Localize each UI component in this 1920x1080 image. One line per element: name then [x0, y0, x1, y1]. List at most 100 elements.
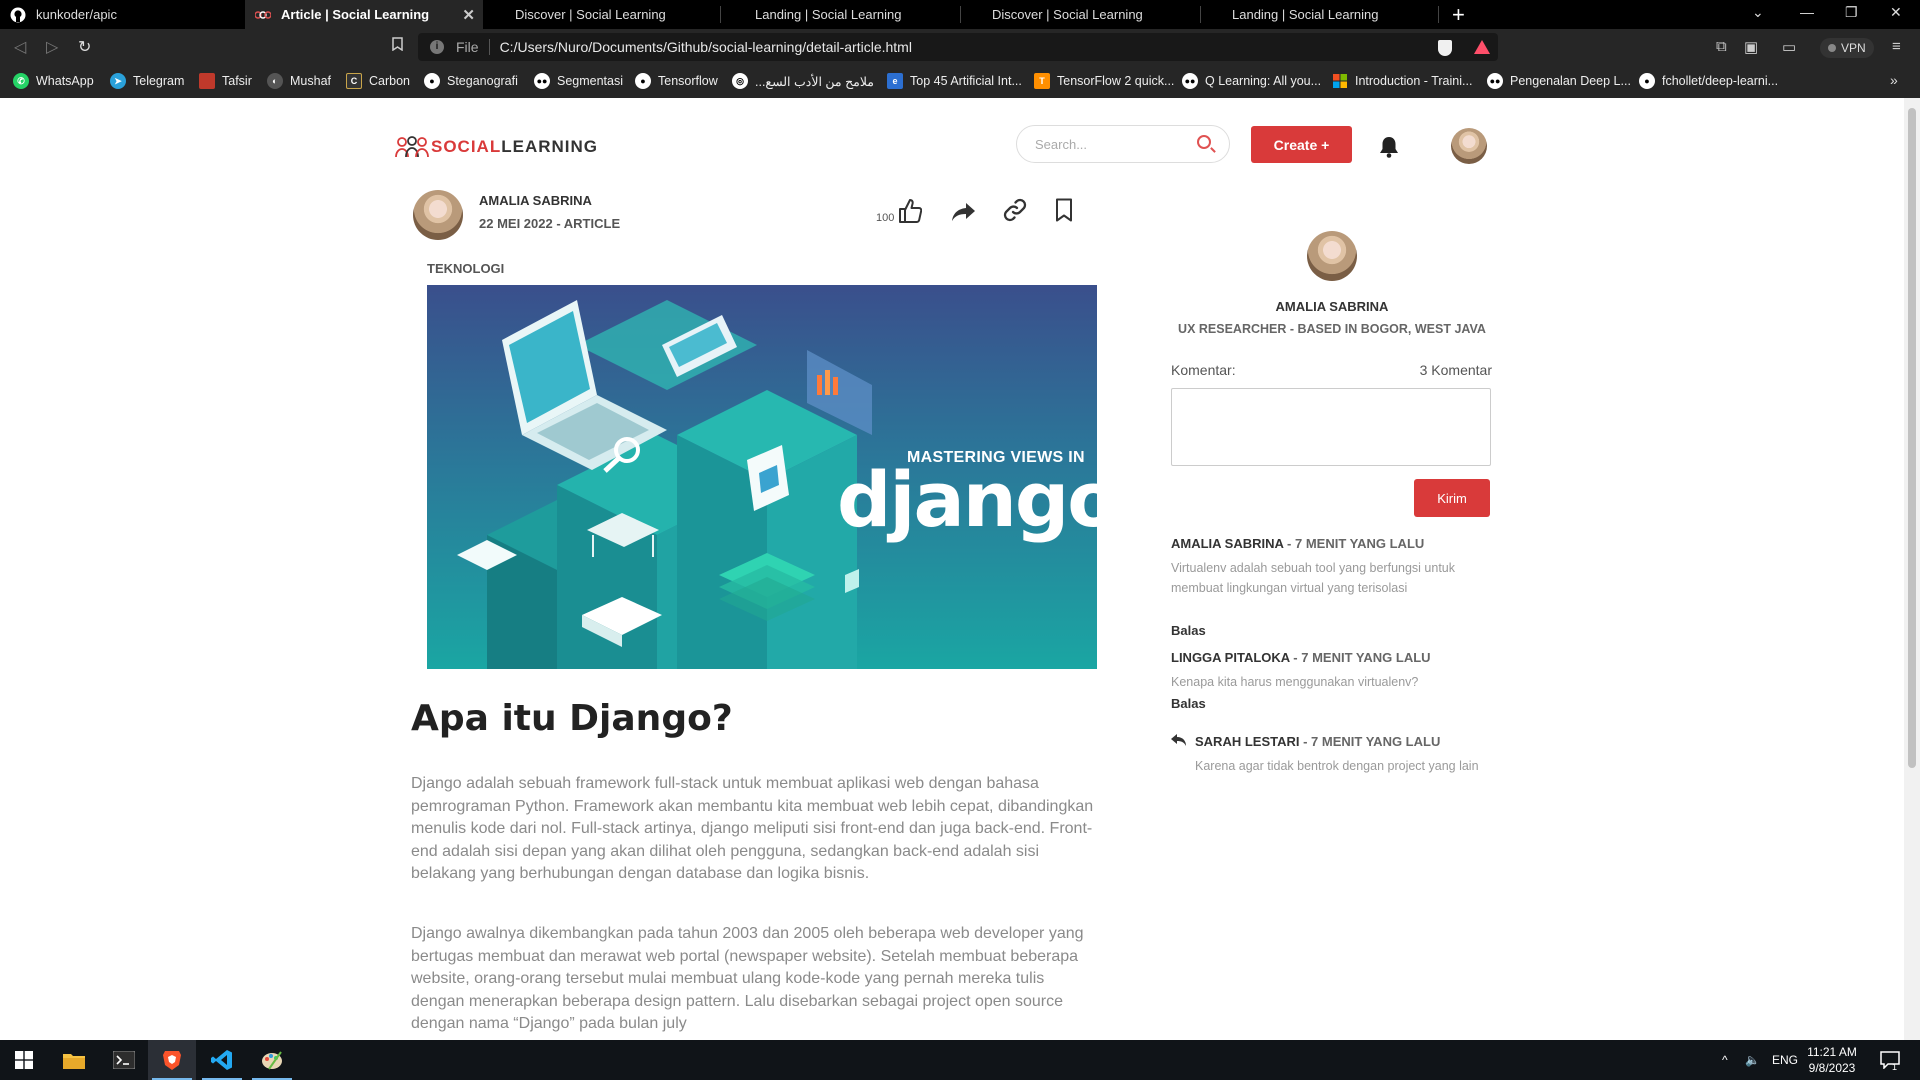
bookmark-item[interactable]: ●● Q Learning: All you...: [1182, 73, 1321, 89]
send-comment-button[interactable]: Kirim: [1414, 479, 1490, 517]
site-info-icon[interactable]: i: [430, 40, 444, 54]
bookmark-item[interactable]: ✆ WhatsApp: [13, 73, 94, 89]
extensions-icon[interactable]: ⧉: [1716, 38, 1727, 55]
reply-button[interactable]: Balas: [1171, 623, 1206, 638]
chevron-down-icon[interactable]: ⌄: [1752, 4, 1764, 21]
url-text[interactable]: C:/Users/Nuro/Documents/Github/social-le…: [500, 39, 912, 55]
sidebar-icon[interactable]: ▣: [1744, 38, 1758, 56]
brave-shield-icon[interactable]: [1438, 40, 1452, 56]
tab-divider: [1438, 6, 1439, 23]
vpn-status-icon: [1828, 44, 1836, 52]
mushaf-icon: ◐: [267, 73, 283, 89]
terminal-icon[interactable]: [100, 1040, 148, 1080]
windows-taskbar: ^ 🔈 ENG 11:21 AM 9/8/2023 1: [0, 1040, 1920, 1080]
bookmark-icon[interactable]: [1055, 198, 1073, 222]
paint-icon[interactable]: [248, 1040, 296, 1080]
site-logo[interactable]: SOCIAL LEARNING: [395, 136, 598, 158]
tab-title: Landing | Social Learning: [755, 7, 902, 22]
comment-author[interactable]: LINGGA PITALOKA: [1171, 650, 1290, 665]
author-name[interactable]: AMALIA SABRINA: [479, 193, 592, 208]
tab-landing[interactable]: Landing | Social Learning: [745, 0, 955, 29]
web-icon: ◎: [732, 73, 748, 89]
comment-time: - 7 MENIT YANG LALU: [1289, 650, 1431, 665]
article-category[interactable]: TEKNOLOGI: [427, 261, 504, 276]
bookmark-item[interactable]: ● Steganografi: [424, 73, 518, 89]
sidebar-author-avatar[interactable]: [1307, 231, 1357, 281]
browser-tab-bar: kunkoder/apic Article | Social Learning …: [0, 0, 1920, 29]
reply-button[interactable]: Balas: [1171, 696, 1206, 711]
comment-textarea[interactable]: [1171, 388, 1491, 466]
scrollbar-thumb[interactable]: [1908, 108, 1916, 768]
wallet-icon[interactable]: ▭: [1782, 38, 1796, 56]
tab-article-social-learning[interactable]: Article | Social Learning ✕: [245, 0, 483, 29]
like-count: 100: [876, 212, 895, 224]
bookmark-item[interactable]: Introduction - Traini...: [1332, 73, 1472, 89]
reload-icon[interactable]: ↻: [78, 37, 91, 57]
windows-start-icon[interactable]: [0, 1040, 48, 1080]
bookmarks-overflow-icon[interactable]: »: [1890, 72, 1898, 88]
vpn-button[interactable]: VPN: [1820, 38, 1874, 58]
bookmark-label: Mushaf: [290, 74, 331, 88]
sidebar-author-role: UX RESEARCHER - BASED IN BOGOR, WEST JAV…: [1178, 322, 1486, 336]
tafsir-icon: [199, 73, 215, 89]
bookmark-item[interactable]: ➤ Telegram: [110, 73, 184, 89]
back-icon[interactable]: ◁: [14, 37, 26, 57]
tab-landing-2[interactable]: Landing | Social Learning: [1222, 0, 1432, 29]
whatsapp-icon: ✆: [13, 73, 29, 89]
bookmark-item[interactable]: ◐ Mushaf: [267, 73, 331, 89]
author-avatar[interactable]: [413, 190, 463, 240]
notification-icon[interactable]: 1: [1880, 1040, 1900, 1080]
create-button[interactable]: Create +: [1251, 126, 1352, 163]
close-icon[interactable]: ✕: [462, 6, 475, 24]
window-close-icon[interactable]: ✕: [1890, 4, 1902, 21]
bookmark-item[interactable]: ◎ ...ملامح من الأدب السع: [732, 73, 874, 89]
bookmark-item[interactable]: T TensorFlow 2 quick...: [1034, 73, 1174, 89]
bookmark-item[interactable]: ● Tensorflow: [635, 73, 718, 89]
tab-discover[interactable]: Discover | Social Learning: [505, 0, 715, 29]
volume-icon[interactable]: 🔈: [1745, 1040, 1760, 1080]
page-scrollbar[interactable]: [1904, 98, 1920, 1040]
restore-icon[interactable]: ❐: [1845, 4, 1858, 21]
comment-label: Komentar:: [1171, 362, 1236, 378]
file-explorer-icon[interactable]: [50, 1040, 98, 1080]
comment-header: AMALIA SABRINA - 7 MENIT YANG LALU: [1171, 536, 1424, 551]
bookmark-page-icon[interactable]: [392, 37, 403, 56]
tray-chevron-icon[interactable]: ^: [1722, 1040, 1728, 1080]
bookmark-item[interactable]: ● fchollet/deep-learni...: [1639, 73, 1778, 89]
menu-icon[interactable]: ≡: [1892, 38, 1901, 55]
forward-icon[interactable]: ▷: [46, 37, 58, 57]
user-avatar[interactable]: [1451, 128, 1487, 164]
vscode-icon[interactable]: [198, 1040, 246, 1080]
comment-author[interactable]: SARAH LESTARI: [1195, 734, 1299, 749]
share-icon[interactable]: [951, 202, 976, 222]
link-icon[interactable]: [1003, 198, 1027, 222]
comment-author[interactable]: AMALIA SABRINA: [1171, 536, 1283, 551]
bookmark-item[interactable]: ●● Segmentasi: [534, 73, 623, 89]
bookmark-label: Introduction - Traini...: [1355, 74, 1473, 88]
search-input[interactable]: Search...: [1016, 125, 1230, 163]
bookmark-item[interactable]: ●● Pengenalan Deep L...: [1487, 73, 1631, 89]
bookmark-label: Steganografi: [447, 74, 518, 88]
search-icon[interactable]: [1197, 135, 1211, 149]
bookmark-label: WhatsApp: [36, 74, 94, 88]
clock-date: 9/8/2023: [1808, 1061, 1856, 1075]
new-tab-icon[interactable]: +: [1452, 2, 1465, 28]
medium-icon: ●●: [1487, 73, 1503, 89]
brave-rewards-icon[interactable]: [1474, 40, 1490, 54]
tab-kunkoder-apic[interactable]: kunkoder/apic: [0, 0, 245, 29]
system-clock[interactable]: 11:21 AM 9/8/2023: [1800, 1044, 1864, 1076]
minimize-icon[interactable]: —: [1800, 4, 1814, 20]
thumbs-up-icon[interactable]: [898, 198, 922, 224]
address-bar[interactable]: i File C:/Users/Nuro/Documents/Github/so…: [418, 33, 1498, 61]
bell-icon[interactable]: [1379, 136, 1399, 158]
github-icon: ●: [1639, 73, 1655, 89]
notification-count: 1: [1892, 1062, 1898, 1072]
bookmark-item[interactable]: e Top 45 Artificial Int...: [887, 73, 1022, 89]
brave-icon[interactable]: [148, 1040, 196, 1080]
bookmark-item[interactable]: C Carbon: [346, 73, 410, 89]
github-icon: ●: [424, 73, 440, 89]
logo-text-social: SOCIAL: [431, 137, 502, 156]
input-language[interactable]: ENG: [1772, 1040, 1798, 1080]
tab-discover-2[interactable]: Discover | Social Learning: [982, 0, 1192, 29]
bookmark-item[interactable]: Tafsir: [199, 73, 252, 89]
